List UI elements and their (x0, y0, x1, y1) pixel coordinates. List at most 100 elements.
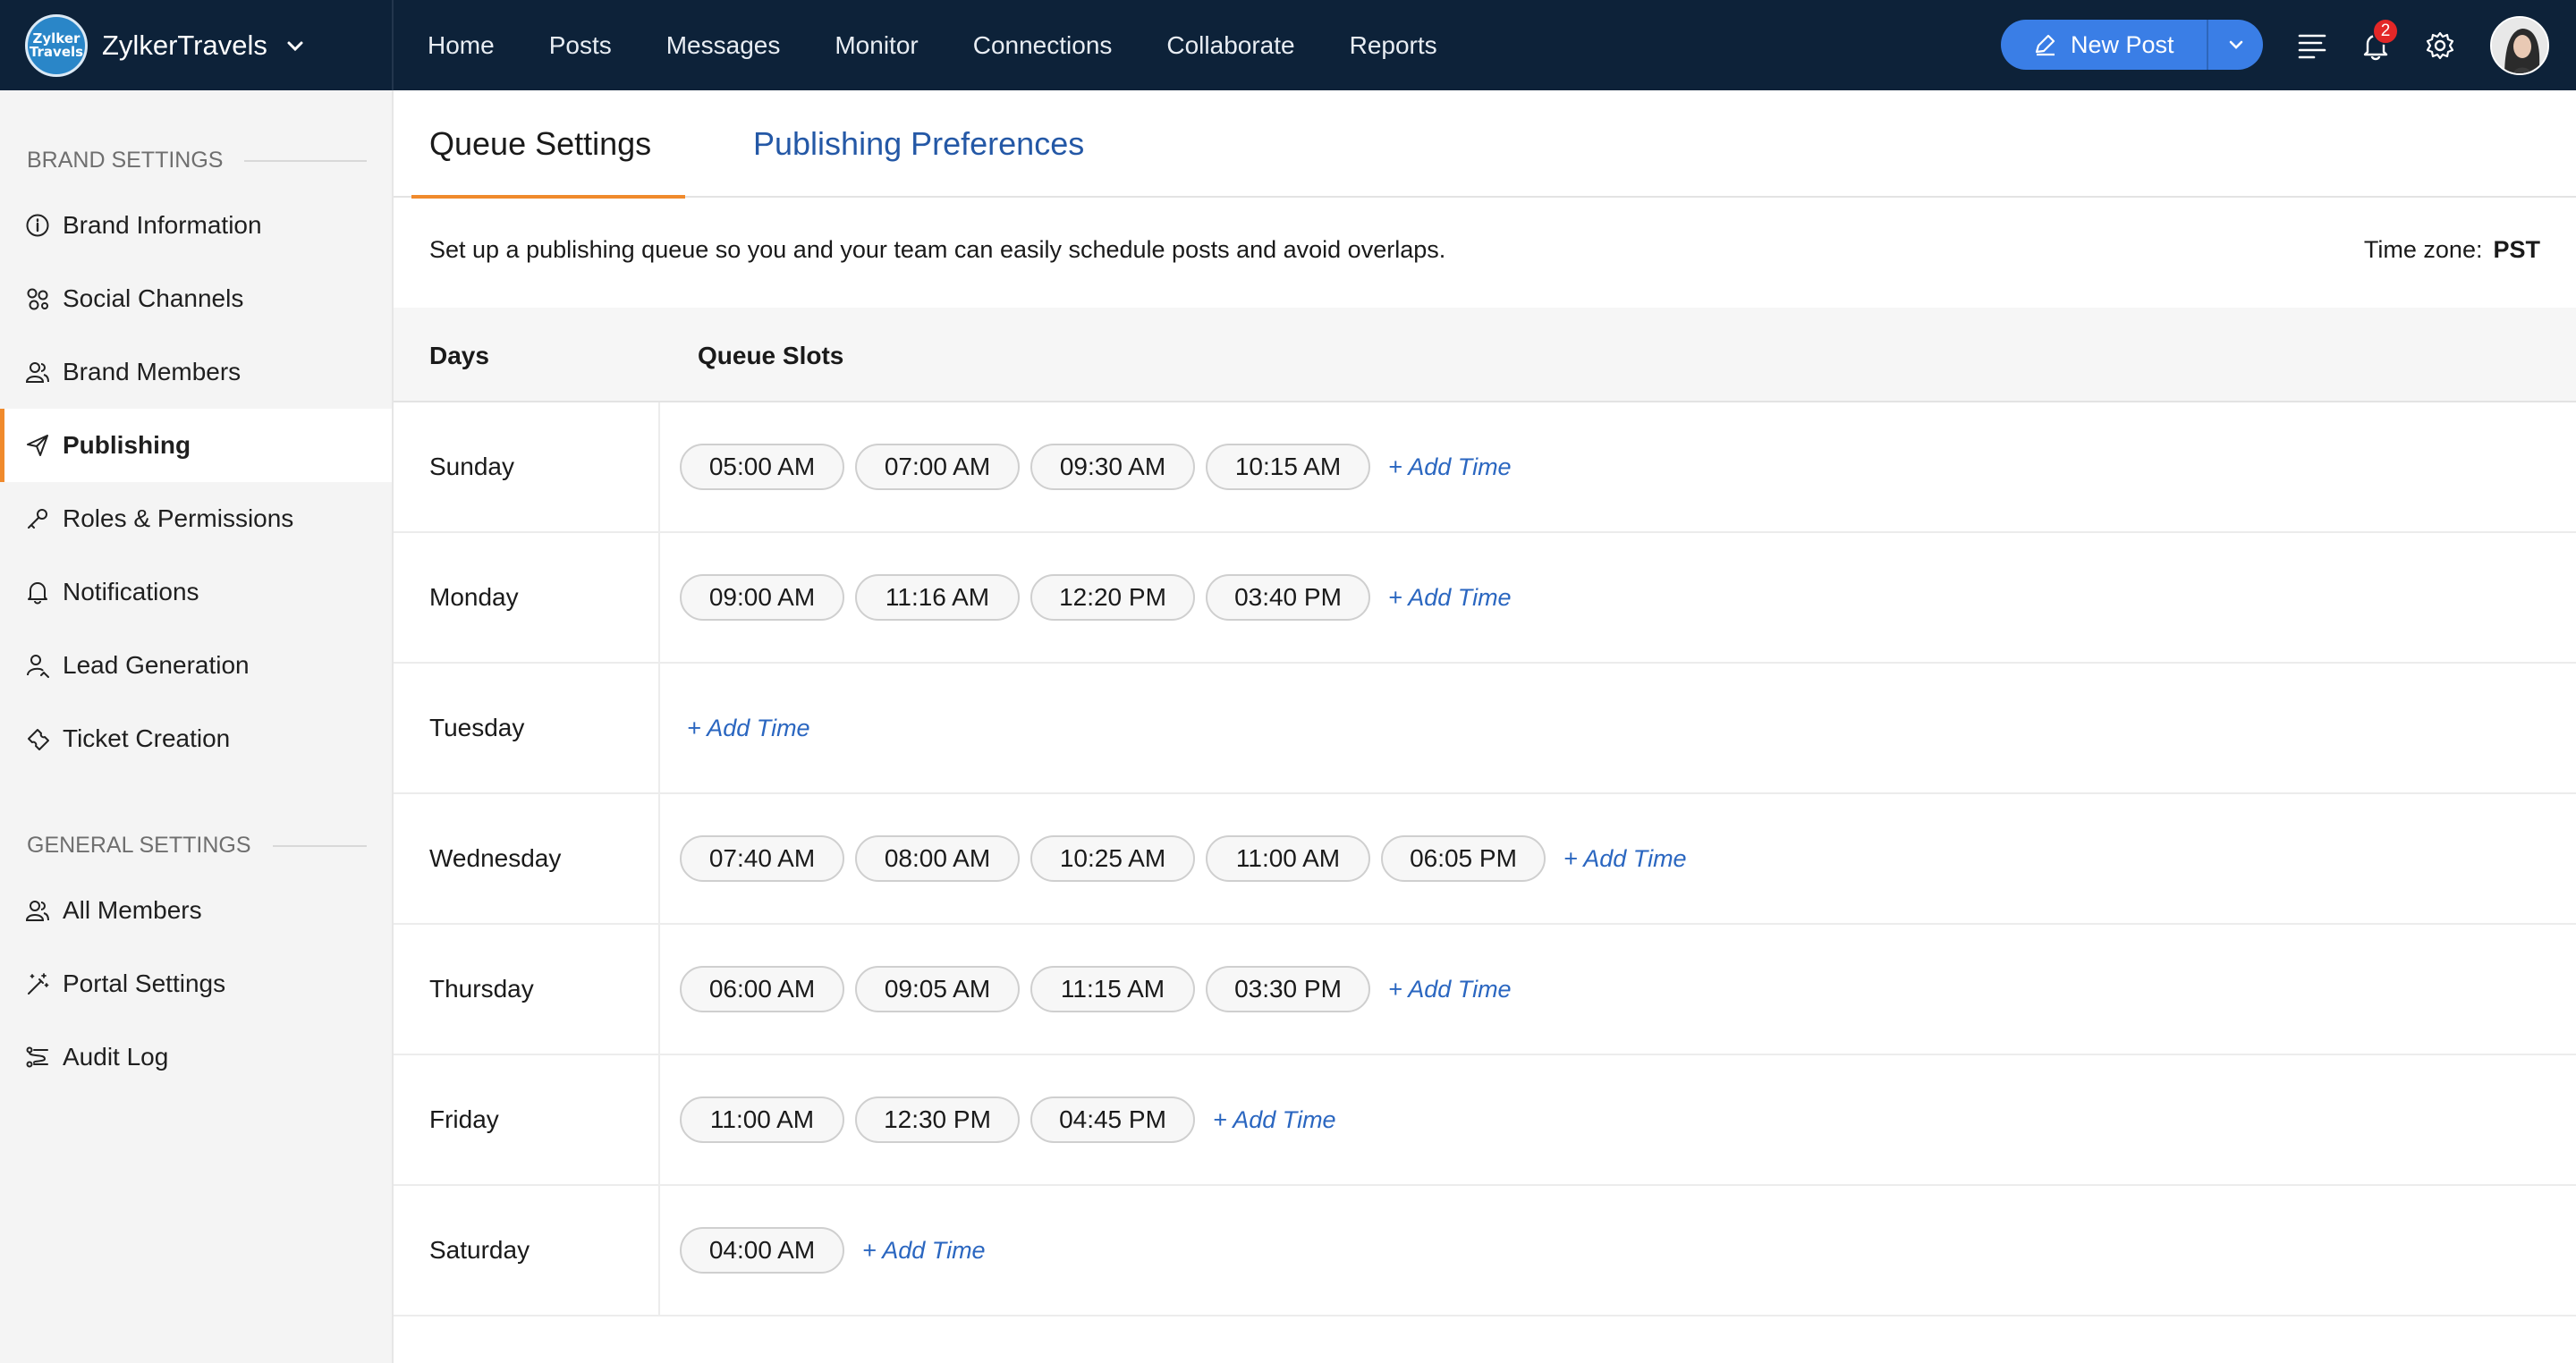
log-icon (26, 1046, 48, 1068)
channels-icon (27, 288, 48, 310)
column-divider (658, 794, 660, 925)
timezone-label: Time zone: (2363, 236, 2483, 263)
tab-publishing-preferences[interactable]: Publishing Preferences (753, 90, 1084, 198)
sidebar-item-brand-information[interactable]: Brand Information (0, 189, 392, 262)
time-slot-chip[interactable]: 09:00 AM (680, 574, 844, 621)
info-icon (26, 214, 49, 237)
sidebar-item-ticket-creation[interactable]: Ticket Creation (0, 702, 392, 775)
day-label: Saturday (429, 1236, 530, 1264)
time-slot-chip[interactable]: 04:45 PM (1030, 1096, 1195, 1143)
ticket-icon (28, 729, 49, 750)
queue-row-saturday: Saturday 04:00 AM + Add Time (394, 1186, 2576, 1316)
members-icon (25, 901, 49, 921)
queue-slots: 05:00 AM 07:00 AM 09:30 AM 10:15 AM + Add Ti… (680, 402, 1512, 531)
bell-icon (28, 582, 47, 605)
nav-connections[interactable]: Connections (973, 31, 1113, 60)
add-time-link[interactable]: + Add Time (1563, 845, 1687, 873)
new-post-dropdown[interactable] (2208, 20, 2263, 70)
gear-icon[interactable] (2422, 28, 2458, 63)
sidebar-item-social-channels[interactable]: Social Channels (0, 262, 392, 335)
menu-lines-icon[interactable] (2295, 28, 2331, 63)
day-label: Tuesday (429, 714, 525, 741)
queue-row-sunday: Sunday 05:00 AM 07:00 AM 09:30 AM 10:15 AM + … (394, 402, 2576, 533)
time-slot-chip[interactable]: 03:30 PM (1206, 966, 1370, 1012)
time-slot-chip[interactable]: 10:15 AM (1206, 444, 1370, 490)
nav-messages[interactable]: Messages (666, 31, 781, 60)
time-slot-chip[interactable]: 09:30 AM (1030, 444, 1195, 490)
sidebar-item-publishing[interactable]: Publishing (0, 409, 392, 482)
queue-slots: 06:00 AM 09:05 AM 11:15 AM 03:30 PM + Add Ti… (680, 925, 1512, 1054)
time-slot-chip[interactable]: 12:30 PM (855, 1096, 1020, 1143)
queue-slots: 07:40 AM 08:00 AM 10:25 AM 11:00 AM 06:05 PM… (680, 794, 1687, 923)
sidebar-item-lead-generation[interactable]: Lead Generation (0, 629, 392, 702)
column-divider (658, 664, 660, 794)
brand-name: ZylkerTravels (102, 29, 267, 61)
sidebar-item-notifications[interactable]: Notifications (0, 555, 392, 629)
add-time-link[interactable]: + Add Time (1388, 976, 1512, 1003)
tab-queue-settings[interactable]: Queue Settings (411, 90, 686, 199)
sidebar-item-all-members[interactable]: All Members (0, 874, 392, 947)
nav-collaborate[interactable]: Collaborate (1166, 31, 1294, 60)
column-divider (658, 925, 660, 1055)
new-post-label: New Post (2071, 30, 2174, 58)
time-slot-chip[interactable]: 05:00 AM (680, 444, 844, 490)
queue-slots: + Add Time (680, 664, 810, 792)
day-label: Sunday (429, 453, 514, 480)
timezone-value: PST (2493, 236, 2540, 263)
queue-row-monday: Monday 09:00 AM 11:16 AM 12:20 PM 03:40 PM + … (394, 533, 2576, 664)
nav-reports[interactable]: Reports (1350, 31, 1437, 60)
time-slot-chip[interactable]: 06:00 AM (680, 966, 844, 1012)
time-slot-chip[interactable]: 11:00 AM (680, 1096, 844, 1143)
brand-switcher[interactable]: Zylker Travels ZylkerTravels (0, 0, 394, 90)
time-slot-chip[interactable]: 04:00 AM (680, 1227, 844, 1274)
chevron-down-icon (287, 41, 303, 51)
add-time-link[interactable]: + Add Time (1388, 584, 1512, 612)
day-label: Thursday (429, 975, 534, 1003)
sidebar-item-audit-log[interactable]: Audit Log (0, 1020, 392, 1094)
nav-monitor[interactable]: Monitor (835, 31, 918, 60)
time-slot-chip[interactable]: 11:16 AM (855, 574, 1020, 621)
general-settings-heading: GENERAL SETTINGS (27, 833, 367, 859)
time-slot-chip[interactable]: 07:40 AM (680, 835, 844, 882)
add-time-link[interactable]: + Add Time (862, 1237, 986, 1265)
sidebar-item-brand-members[interactable]: Brand Members (0, 335, 392, 409)
queue-row-friday: Friday 11:00 AM 12:30 PM 04:45 PM + Add Time (394, 1055, 2576, 1186)
day-label: Monday (429, 583, 519, 611)
add-time-link[interactable]: + Add Time (687, 715, 810, 742)
nav-home[interactable]: Home (428, 31, 495, 60)
time-slot-chip[interactable]: 11:15 AM (1030, 966, 1195, 1012)
add-time-link[interactable]: + Add Time (1388, 453, 1512, 481)
time-slot-chip[interactable]: 10:25 AM (1030, 835, 1195, 882)
column-divider (658, 1186, 660, 1316)
column-divider (658, 1055, 660, 1186)
sidebar-item-roles-permissions[interactable]: Roles & Permissions (0, 482, 392, 555)
queue-table-header: Days Queue Slots (394, 308, 2576, 402)
nav-posts[interactable]: Posts (549, 31, 612, 60)
column-divider (658, 533, 660, 664)
main-nav: Home Posts Messages Monitor Connections … (428, 0, 1492, 90)
user-avatar[interactable] (2490, 16, 2549, 75)
queue-slots: 11:00 AM 12:30 PM 04:45 PM + Add Time (680, 1055, 1336, 1184)
time-slot-chip[interactable]: 07:00 AM (855, 444, 1020, 490)
day-label: Friday (429, 1105, 499, 1133)
time-slot-chip[interactable]: 03:40 PM (1206, 574, 1370, 621)
members-icon (25, 362, 49, 383)
time-slot-chip[interactable]: 09:05 AM (855, 966, 1020, 1012)
column-header-days: Days (429, 342, 489, 369)
sidebar-item-portal-settings[interactable]: Portal Settings (0, 947, 392, 1020)
notification-badge: 2 (2372, 18, 2399, 45)
wand-icon (28, 973, 49, 995)
queue-slots: 09:00 AM 11:16 AM 12:20 PM 03:40 PM + Add Ti… (680, 533, 1512, 662)
timezone-display: Time zone: PST (2364, 236, 2540, 264)
column-divider (658, 402, 660, 533)
add-time-link[interactable]: + Add Time (1213, 1106, 1336, 1134)
day-label: Wednesday (429, 844, 562, 872)
time-slot-chip[interactable]: 11:00 AM (1206, 835, 1370, 882)
pencil-icon (2035, 34, 2055, 56)
time-slot-chip[interactable]: 08:00 AM (855, 835, 1020, 882)
settings-sidebar: BRAND SETTINGS Brand Information Social … (0, 90, 394, 1363)
new-post-button[interactable]: New Post (2001, 20, 2208, 70)
time-slot-chip[interactable]: 06:05 PM (1381, 835, 1546, 882)
time-slot-chip[interactable]: 12:20 PM (1030, 574, 1195, 621)
key-icon (28, 509, 47, 529)
